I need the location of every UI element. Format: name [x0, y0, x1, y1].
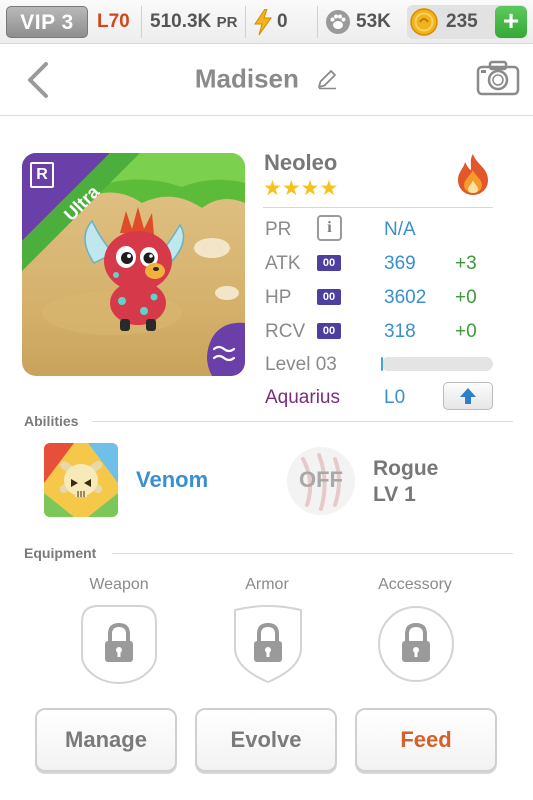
- equipment-label-accessory: Accessory: [378, 576, 452, 593]
- armor-slot[interactable]: [229, 604, 307, 684]
- stat-value-pr: N/A: [384, 219, 416, 240]
- page-title: Madisen: [0, 62, 533, 95]
- stat-badge-atk: 00: [317, 255, 341, 271]
- equipment-divider: [112, 553, 513, 554]
- stat-value-hp: 3602: [384, 287, 427, 308]
- level-label: Level 03: [265, 354, 337, 375]
- stat-label-atk: ATK: [265, 253, 301, 274]
- player-level: L70: [97, 11, 130, 32]
- feed-button[interactable]: Feed: [355, 708, 497, 772]
- stats-divider: [263, 207, 493, 208]
- abilities-divider: [92, 421, 513, 422]
- stat-label-pr: PR: [265, 219, 292, 240]
- ability-name-venom[interactable]: Venom: [136, 467, 208, 493]
- ability-rogue: Rogue LV 1: [373, 456, 438, 508]
- food-count: 53K: [356, 11, 391, 32]
- stat-bonus-rcv: +0: [455, 321, 477, 342]
- stat-badge-rcv: 00: [317, 323, 341, 339]
- info-button[interactable]: i: [317, 215, 342, 241]
- energy-count: 0: [277, 11, 288, 32]
- level-progress-fill: [381, 357, 384, 371]
- stat-value-atk: 369: [384, 253, 416, 274]
- level-progress-bar: [381, 357, 493, 371]
- divider: [317, 6, 318, 38]
- stat-badge-hp: 00: [317, 289, 341, 305]
- page-header: Madisen: [0, 44, 533, 116]
- gold-count: 235: [446, 11, 478, 32]
- edit-pencil-icon[interactable]: [316, 68, 338, 90]
- stat-bonus-hp: +0: [455, 287, 477, 308]
- zodiac-upgrade-button[interactable]: [443, 382, 493, 410]
- lightning-icon: [254, 9, 272, 35]
- stat-value-rcv: 318: [384, 321, 416, 342]
- camera-icon[interactable]: [476, 60, 520, 96]
- stat-label-rcv: RCV: [265, 321, 306, 342]
- ability-name-rogue: Rogue: [373, 457, 439, 480]
- skull-icon: [44, 443, 118, 517]
- vip-badge[interactable]: VIP 3: [6, 6, 88, 38]
- rarity-letter-badge: R: [30, 162, 54, 188]
- equipment-heading: Equipment: [24, 545, 97, 561]
- power-value: 510.3K: [150, 11, 212, 32]
- monster-nickname: Madisen: [194, 63, 299, 94]
- divider: [141, 6, 142, 38]
- evolve-button[interactable]: Evolve: [195, 708, 337, 772]
- power-rating: 510.3K PR: [150, 0, 237, 44]
- up-arrow-icon: [460, 388, 476, 404]
- equipment-label-weapon: Weapon: [89, 576, 149, 593]
- zodiac-level: L0: [384, 387, 406, 408]
- stat-bonus-atk: +3: [455, 253, 477, 274]
- abilities-heading: Abilities: [24, 413, 79, 429]
- rogue-ability-icon[interactable]: OFF: [285, 445, 357, 517]
- monster-card[interactable]: R Ultra: [22, 153, 245, 376]
- divider: [245, 6, 246, 38]
- star-rating: ★★★★: [263, 177, 339, 200]
- monster-portrait: [22, 153, 245, 376]
- weapon-slot[interactable]: [80, 604, 158, 684]
- ability-off-label: OFF: [299, 467, 343, 492]
- venom-ability-icon[interactable]: [44, 443, 118, 517]
- gold-coin-icon: [410, 8, 438, 36]
- add-gold-button[interactable]: +: [495, 6, 527, 38]
- rarity-letter: R: [36, 166, 48, 183]
- ability-level-rogue: LV 1: [373, 483, 416, 506]
- stat-label-hp: HP: [265, 287, 292, 308]
- status-bar: VIP 3 L70 510.3K PR 0 53K 235 +: [0, 0, 533, 44]
- fire-element-icon: [458, 154, 488, 195]
- equipment-label-armor: Armor: [245, 576, 289, 593]
- manage-button[interactable]: Manage: [35, 708, 177, 772]
- accessory-slot[interactable]: [377, 604, 455, 684]
- paw-icon: [326, 10, 350, 34]
- monster-species: Neoleo: [264, 150, 338, 175]
- zodiac-label: Aquarius: [265, 387, 340, 408]
- power-suffix: PR: [216, 14, 238, 31]
